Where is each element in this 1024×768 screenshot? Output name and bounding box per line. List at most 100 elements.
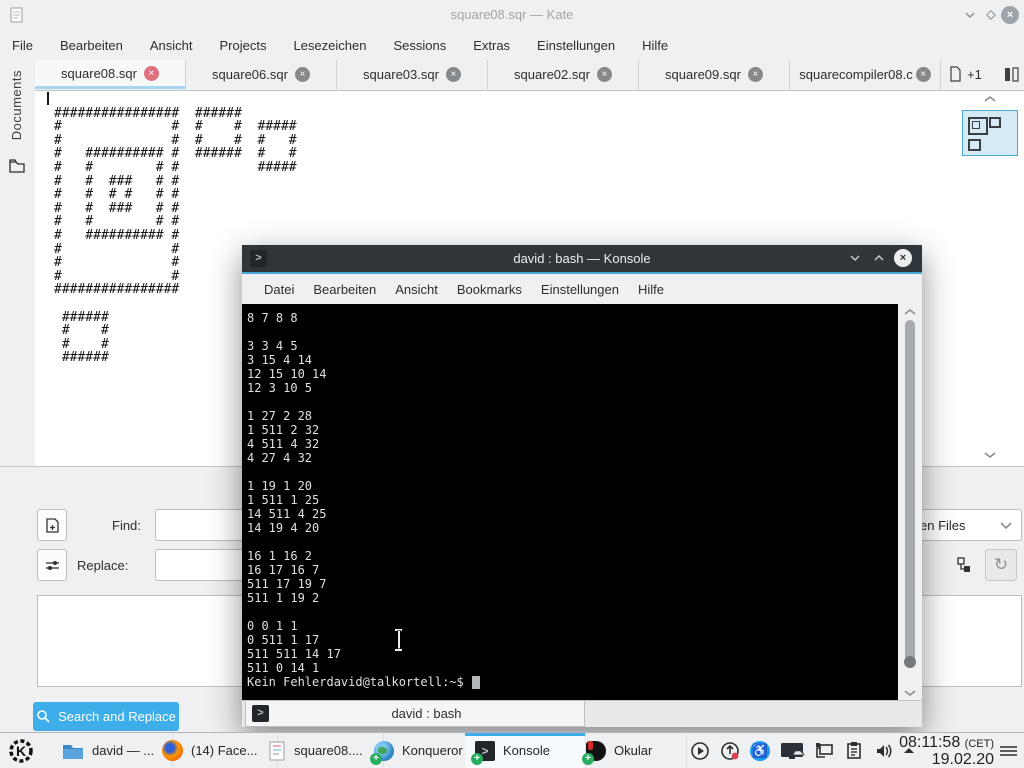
chevron-down-icon [850, 255, 860, 262]
updates-tray-icon[interactable] [720, 741, 740, 761]
terminal-output[interactable]: 8 7 8 8 3 3 4 5 3 15 4 14 12 15 10 14 12… [242, 304, 898, 700]
task-label: david — ... [92, 743, 155, 758]
terminal-icon: > [252, 705, 269, 722]
terminal-scrollbar[interactable] [898, 304, 922, 700]
scrollbar-position-dot [904, 656, 916, 668]
chevron-up-icon [874, 254, 884, 261]
tab-close-icon[interactable]: × [445, 67, 461, 82]
task-label: Konsole [503, 743, 550, 758]
media-player-tray-icon[interactable] [690, 741, 710, 761]
menu-lesezeichen[interactable]: Lesezeichen [293, 38, 366, 53]
volume-tray-icon[interactable] [874, 741, 894, 761]
task-label: Okular [614, 743, 653, 758]
menu-file[interactable]: File [12, 38, 33, 53]
more-tabs-count: +1 [967, 66, 982, 82]
close-icon: × [1006, 9, 1014, 21]
new-document-icon [45, 517, 59, 533]
tab-close-icon[interactable]: × [915, 67, 931, 82]
network-tray-icon[interactable] [814, 741, 834, 761]
menu-einstellungen[interactable]: Einstellungen [537, 38, 615, 53]
kate-minimize-button[interactable] [961, 6, 979, 24]
clock-timezone: (CET) [964, 738, 994, 750]
more-documents-button[interactable]: +1 [948, 66, 982, 82]
sidebar-documents-tab[interactable]: Documents [9, 70, 24, 140]
search-and-replace-toolview-button[interactable]: Search and Replace [33, 702, 179, 731]
taskbar-item-okular[interactable]: + Okular [576, 733, 687, 768]
menu-einstellungen[interactable]: Einstellungen [541, 282, 619, 297]
tab-square02[interactable]: square02.sqr × [488, 60, 639, 89]
tab-square09[interactable]: square09.sqr × [639, 60, 790, 89]
refresh-search-button[interactable]: ↻ [985, 549, 1017, 581]
screen-sharing-tray-icon[interactable] [780, 741, 806, 761]
split-view-button[interactable] [1004, 67, 1019, 87]
expand-results-tree-icon[interactable] [955, 556, 973, 574]
shell-prompt: Kein Fehlerdavid@talkortell:~$ [242, 675, 898, 689]
menu-extras[interactable]: Extras [473, 38, 510, 53]
chevron-down-icon [1000, 522, 1012, 530]
scroll-down-icon[interactable] [982, 450, 998, 460]
panel-menu-icon[interactable] [1000, 744, 1017, 758]
menu-bearbeiten[interactable]: Bearbeiten [60, 38, 123, 53]
task-label: (14) Face... [191, 743, 258, 758]
session-tab-label: david : bash [391, 706, 462, 721]
accessibility-tray-icon[interactable]: ♿ [750, 741, 770, 761]
kate-app-icon [10, 7, 23, 23]
tab-close-icon[interactable]: × [747, 67, 763, 82]
kde-logo-icon: K [9, 739, 33, 763]
tab-square03[interactable]: square03.sqr × [337, 60, 488, 89]
terminal-icon: > + [471, 740, 495, 765]
tab-close-icon[interactable]: × [294, 67, 310, 82]
menu-projects[interactable]: Projects [219, 38, 266, 53]
digital-clock[interactable]: 08:11:58 (CET) 19.02.20 [899, 735, 994, 768]
tab-squarecompiler08[interactable]: squarecompiler08.c × [790, 60, 941, 89]
taskbar-item-konsole[interactable]: > + Konsole [465, 733, 586, 768]
konsole-session-tab[interactable]: > david : bash [245, 701, 585, 727]
search-icon [37, 710, 50, 723]
toolview-label: Search and Replace [58, 709, 176, 724]
menu-hilfe[interactable]: Hilfe [642, 38, 668, 53]
application-launcher-button[interactable]: K [7, 737, 35, 765]
scope-value: en Files [920, 518, 966, 533]
minimap-view-indicator[interactable] [962, 110, 1018, 156]
tab-label: square08.sqr [61, 65, 137, 81]
editor-scrollbar[interactable] [960, 92, 1022, 464]
scroll-up-icon[interactable] [982, 94, 998, 104]
play-icon [698, 747, 704, 755]
konsole-titlebar[interactable]: > david : bash — Konsole × [242, 245, 922, 272]
kate-window-title: square08.sqr — Kate [450, 7, 574, 22]
menu-ansicht[interactable]: Ansicht [150, 38, 193, 53]
menu-hilfe[interactable]: Hilfe [638, 282, 664, 297]
menu-ansicht[interactable]: Ansicht [395, 282, 438, 297]
tab-close-icon[interactable]: × [596, 67, 612, 82]
tab-close-icon[interactable]: × [143, 65, 159, 81]
konsole-close-button[interactable]: × [894, 249, 912, 267]
tab-square06[interactable]: square06.sqr × [186, 60, 337, 89]
arrow-up-icon [726, 744, 734, 754]
document-icon [950, 66, 961, 82]
kate-close-button[interactable]: × [1001, 6, 1019, 24]
kate-tabbar: square08.sqr × square06.sqr × square03.s… [35, 60, 941, 90]
filesystem-browser-icon[interactable] [8, 157, 26, 175]
konsole-minimize-button[interactable] [846, 249, 864, 267]
menu-sessions[interactable]: Sessions [393, 38, 446, 53]
konsole-maximize-button[interactable] [870, 249, 888, 267]
scroll-down-icon[interactable] [903, 688, 917, 698]
firefox-icon [162, 740, 183, 761]
kate-maximize-button[interactable] [982, 6, 1000, 24]
menu-datei[interactable]: Datei [264, 282, 294, 297]
terminal-text: 8 7 8 8 3 3 4 5 3 15 4 14 12 15 10 14 12… [247, 311, 341, 675]
menu-bookmarks[interactable]: Bookmarks [457, 282, 522, 297]
search-options-button[interactable] [37, 549, 67, 581]
scrollbar-thumb[interactable] [905, 320, 915, 664]
menu-bearbeiten[interactable]: Bearbeiten [313, 282, 376, 297]
scroll-up-icon[interactable] [903, 307, 917, 317]
folder-icon [63, 744, 83, 759]
kate-titlebar[interactable]: square08.sqr — Kate × [0, 0, 1024, 30]
terminal-cursor [471, 675, 480, 689]
mouse-ibeam-cursor [394, 629, 403, 651]
tab-square08[interactable]: square08.sqr × [35, 60, 186, 89]
new-search-tab-button[interactable] [37, 509, 67, 541]
task-label: Konqueror [402, 743, 463, 758]
clock-time: 08:11:58 [899, 734, 961, 751]
clipboard-tray-icon[interactable] [844, 741, 864, 761]
